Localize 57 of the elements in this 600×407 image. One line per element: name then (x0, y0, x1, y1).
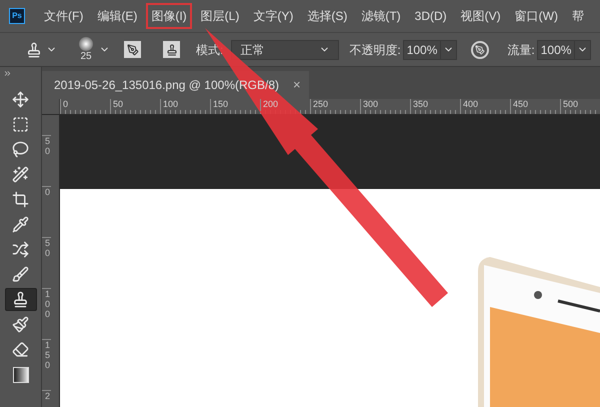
ruler-label: 400 (460, 99, 510, 111)
ruler-label: 50 (42, 135, 51, 186)
brush-icon (12, 266, 29, 283)
menu-item[interactable]: 窗口(W) (510, 3, 563, 29)
ruler-label: 500 (560, 99, 600, 111)
ruler-label: 150 (42, 339, 51, 390)
menu-item[interactable]: 选择(S) (302, 3, 352, 29)
collapse-icon[interactable] (3, 69, 12, 78)
ruler-label: 250 (310, 99, 360, 111)
crop-icon (12, 191, 29, 208)
crossed-arrows-icon (12, 241, 29, 258)
mode-dropdown[interactable]: 正常 (231, 40, 340, 60)
stamp-icon[interactable] (26, 42, 42, 58)
dashed-square-icon (12, 116, 29, 133)
ruler-label: 350 (410, 99, 460, 111)
ruler-label: 2 (42, 390, 51, 407)
stamp-icon (12, 291, 29, 308)
lasso-icon (12, 141, 29, 158)
mode-label: 模式: (196, 42, 224, 58)
brush-icon (12, 316, 29, 333)
move-icon (12, 91, 29, 108)
ruler-label: 0 (60, 99, 110, 111)
menu-item[interactable]: 帮 (566, 3, 589, 29)
tool-button[interactable] (4, 288, 36, 311)
flow-field[interactable]: 100% (536, 40, 592, 60)
pressure-pen-button[interactable] (471, 40, 490, 58)
ruler-label: 50 (110, 99, 160, 111)
eyedropper-icon (12, 216, 29, 233)
ruler-label: 450 (510, 99, 560, 111)
menu-item[interactable]: 图像(I) (146, 3, 192, 29)
menu-item[interactable]: 文件(F) (39, 3, 88, 29)
clone-source-button[interactable] (163, 41, 180, 58)
menu-item[interactable]: 视图(V) (456, 3, 506, 29)
flow-label: 流量: (507, 42, 535, 58)
ruler-label: 0 (42, 186, 51, 237)
ruler-label: 50 (42, 237, 51, 288)
ruler-label: 300 (360, 99, 410, 111)
eraser-icon (12, 341, 29, 358)
pen-icon (475, 44, 486, 54)
ruler-label: 100 (160, 99, 210, 111)
soft-brush-icon[interactable] (79, 37, 93, 51)
menu-item[interactable]: 滤镜(T) (356, 3, 406, 29)
stamp-icon (166, 44, 178, 56)
brush-panel-button[interactable] (124, 41, 141, 58)
brush-size: 25 (80, 51, 92, 62)
opacity-field[interactable]: 100% (402, 40, 458, 60)
menu-item[interactable]: 图层(L) (196, 3, 244, 29)
close-icon[interactable]: × (293, 75, 301, 95)
menu-item[interactable]: 编辑(E) (92, 3, 142, 29)
menu-item[interactable]: 3D(D) (410, 3, 452, 29)
ruler-label: 100 (42, 288, 51, 339)
menu-item[interactable]: 文字(Y) (248, 3, 298, 29)
opacity-label: 不透明度: (349, 42, 401, 58)
wand-icon (12, 166, 29, 183)
app-logo: Ps (9, 8, 25, 24)
gradient-icon (12, 366, 28, 382)
pen-icon (126, 44, 138, 56)
